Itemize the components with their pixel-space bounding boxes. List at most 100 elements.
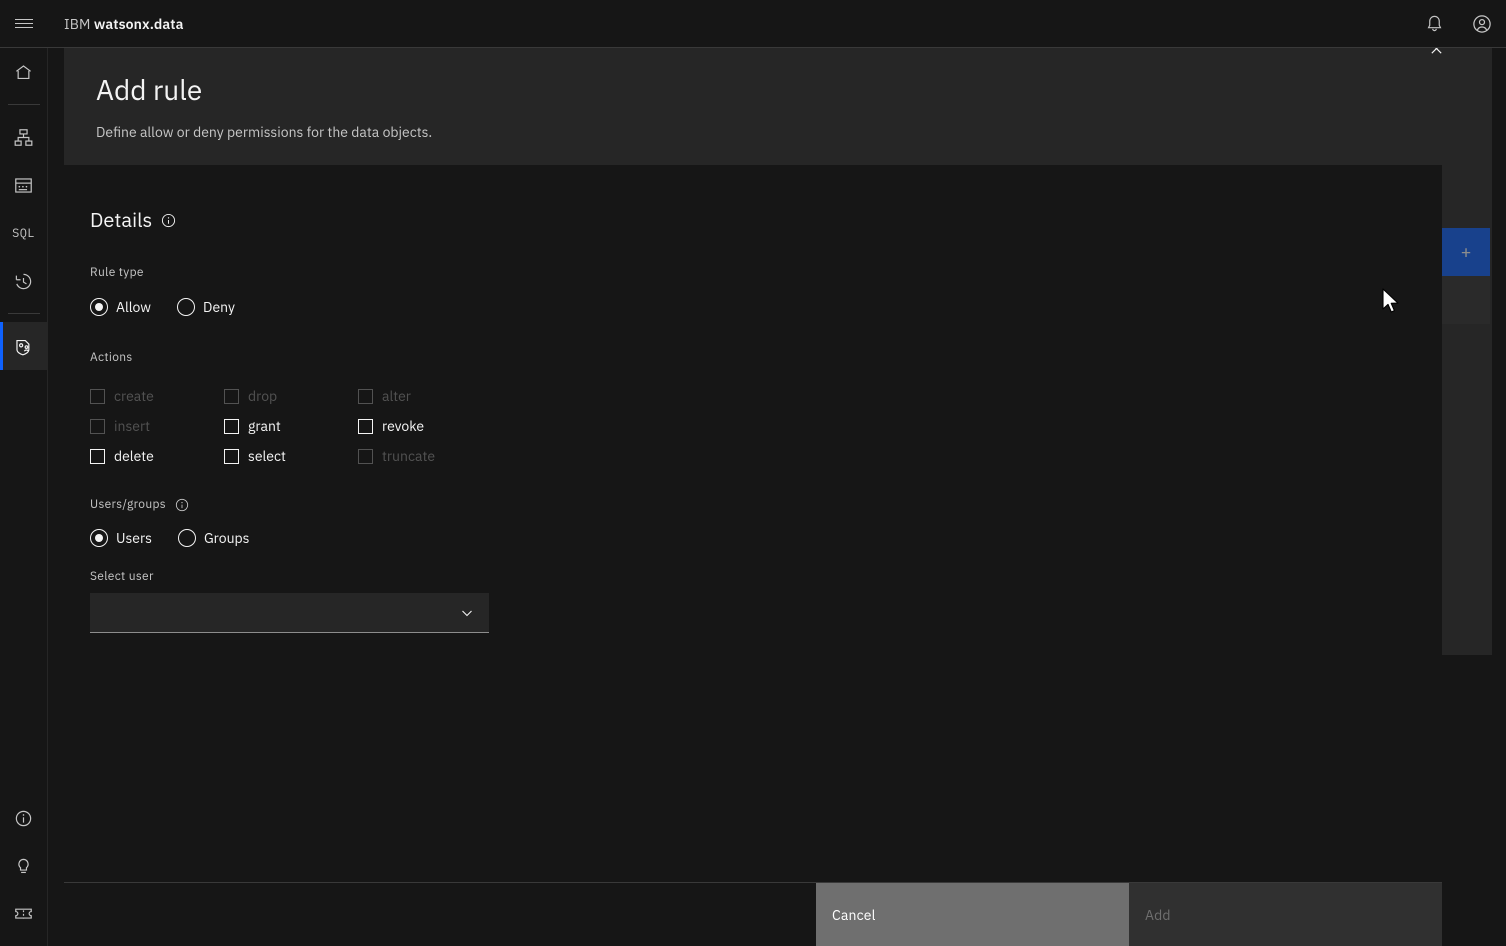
users-groups-group: Users/groups Users Groups [90, 497, 1442, 547]
chevron-down-icon [462, 610, 472, 616]
checkbox-grant-box [224, 418, 239, 434]
checkbox-alter-box [358, 388, 373, 404]
sidebar-item-support[interactable] [0, 890, 48, 938]
users-groups-label: Users/groups [90, 497, 166, 512]
select-user-group: Select user [90, 569, 1442, 633]
select-user-dropdown[interactable] [90, 593, 489, 633]
users-groups-information-icon[interactable] [175, 498, 189, 512]
checkbox-delete-label: delete [114, 447, 154, 465]
plus-icon: + [1460, 240, 1472, 263]
rail-bottom-group [0, 794, 48, 946]
checkbox-insert-label: insert [114, 417, 151, 435]
modal-footer: Cancel Add [64, 882, 1442, 946]
modal-subtitle: Define allow or deny permissions for the… [96, 123, 433, 141]
modal-body: Details Rule type Allow Deny Actions cre… [64, 165, 1442, 882]
add-button[interactable]: Add [1129, 883, 1442, 946]
radio-allow-label: Allow [116, 298, 152, 316]
page-title: Add rule [96, 71, 203, 108]
application-root: + IBM watsonx.data SQL Add rule Define a… [0, 0, 1506, 946]
checkbox-drop-label: drop [248, 387, 278, 405]
brand-product-label: watsonx.data [93, 14, 184, 33]
checkbox-delete-box [90, 448, 105, 464]
add-rule-modal: Add rule Define allow or deny permission… [64, 24, 1460, 946]
product-brand[interactable]: IBM watsonx.data [64, 15, 184, 33]
radio-groups-indicator [177, 529, 196, 547]
checkbox-create-label: create [114, 387, 154, 405]
actions-group: Actions create drop alter insert grant r… [90, 350, 1442, 465]
radio-users-indicator [90, 529, 108, 547]
radio-users-label: Users [116, 529, 152, 547]
details-heading-label: Details [90, 206, 153, 233]
information-filled-icon[interactable] [161, 213, 176, 228]
radio-allow-indicator [90, 298, 108, 316]
footer-spacer [64, 883, 816, 946]
checkbox-truncate: truncate [358, 447, 518, 465]
brand-ibm-label: IBM [64, 14, 91, 33]
history-clock-icon [15, 273, 32, 289]
users-groups-radio-group: Users Groups [90, 529, 1442, 547]
data-manager-icon [15, 177, 32, 193]
sidebar-item-access-control[interactable] [0, 322, 48, 370]
background-add-button[interactable]: + [1442, 228, 1490, 276]
sidebar-item-sql[interactable]: SQL [0, 209, 48, 257]
lightbulb-icon [18, 858, 29, 873]
sidebar-item-query-history[interactable] [0, 257, 48, 305]
access-control-shield-icon [16, 339, 30, 355]
user-avatar-icon[interactable] [1458, 0, 1506, 48]
checkbox-revoke[interactable]: revoke [358, 417, 518, 435]
checkbox-grant[interactable]: grant [224, 417, 358, 435]
sidebar-item-infrastructure[interactable] [0, 113, 48, 161]
home-icon [16, 64, 31, 79]
actions-label: Actions [90, 350, 133, 365]
actions-checkbox-grid: create drop alter insert grant revoke de… [90, 387, 1442, 465]
header-actions [1410, 0, 1506, 48]
checkbox-drop: drop [224, 387, 358, 405]
checkbox-delete[interactable]: delete [90, 447, 224, 465]
information-icon [15, 810, 32, 826]
checkbox-select-box [224, 448, 239, 464]
sidebar-item-home[interactable] [0, 48, 48, 96]
checkbox-revoke-label: revoke [382, 417, 425, 435]
modal-header: Add rule Define allow or deny permission… [64, 24, 1460, 165]
hamburger-menu-icon[interactable] [0, 0, 48, 48]
top-header: IBM watsonx.data [0, 0, 1506, 48]
rule-type-radio-group: Allow Deny [90, 298, 1442, 316]
left-navigation-rail: SQL [0, 48, 48, 946]
users-groups-label-row: Users/groups [90, 497, 1442, 513]
checkbox-select-label: select [248, 447, 286, 465]
checkbox-drop-box [224, 388, 239, 404]
rule-type-label: Rule type [90, 265, 144, 280]
checkbox-insert: insert [90, 417, 224, 435]
radio-deny[interactable]: Deny [177, 298, 235, 316]
sidebar-item-whats-new[interactable] [0, 842, 48, 890]
radio-groups-label: Groups [203, 529, 250, 547]
radio-allow[interactable]: Allow [90, 298, 151, 316]
checkbox-select[interactable]: select [224, 447, 358, 465]
select-user-label: Select user [90, 569, 154, 584]
ticket-icon [15, 908, 32, 919]
sql-icon: SQL [12, 225, 35, 241]
checkbox-grant-label: grant [248, 417, 281, 435]
checkbox-alter: alter [358, 387, 518, 405]
cancel-button[interactable]: Cancel [816, 883, 1129, 946]
radio-groups[interactable]: Groups [177, 529, 250, 547]
checkbox-create: create [90, 387, 224, 405]
radio-users[interactable]: Users [90, 529, 152, 547]
checkbox-revoke-box [358, 418, 373, 434]
background-side-panel [1442, 48, 1492, 655]
radio-deny-indicator [177, 298, 196, 316]
checkbox-insert-box [90, 418, 105, 434]
radio-deny-label: Deny [203, 298, 235, 316]
sidebar-item-data-manager[interactable] [0, 161, 48, 209]
checkbox-create-box [90, 388, 105, 404]
rule-type-group: Rule type Allow Deny [90, 265, 1442, 316]
rail-divider-2 [7, 313, 40, 314]
checkbox-truncate-box [358, 448, 373, 464]
checkbox-truncate-label: truncate [382, 447, 436, 465]
background-panel-tile [1442, 276, 1490, 324]
infrastructure-icon [14, 128, 33, 146]
details-section-heading: Details [90, 207, 1442, 233]
bell-icon[interactable] [1410, 0, 1458, 48]
rail-divider [7, 104, 40, 105]
sidebar-item-information[interactable] [0, 794, 48, 842]
